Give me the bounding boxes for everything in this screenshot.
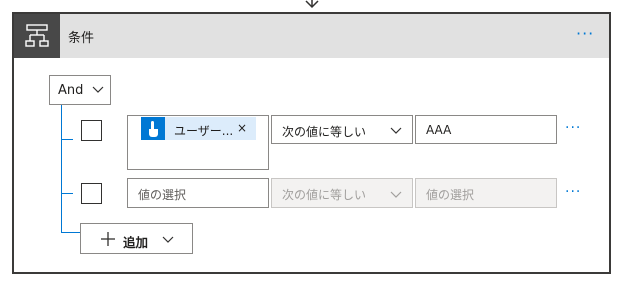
plus-icon xyxy=(101,232,115,246)
operator-select[interactable]: 次の値に等しい xyxy=(271,115,413,144)
group-operator-value: And xyxy=(58,83,84,98)
dynamic-content-token[interactable]: ユーザー... × xyxy=(141,117,256,140)
token-label: ユーザー... xyxy=(174,124,234,138)
right-value-placeholder: 値の選択 xyxy=(426,188,475,202)
flow-arrow-down-icon xyxy=(305,0,319,9)
operator-value: 次の値に等しい xyxy=(282,188,367,202)
left-value-field[interactable]: 値の選択 xyxy=(127,178,269,208)
row-select-checkbox[interactable] xyxy=(81,183,102,204)
chevron-down-icon xyxy=(390,127,402,134)
condition-title: 条件 xyxy=(68,31,95,46)
group-connector-line xyxy=(61,105,62,233)
right-value: AAA xyxy=(426,123,452,137)
token-remove-icon[interactable]: × xyxy=(237,121,247,135)
row-more-options-icon[interactable]: ··· xyxy=(565,120,581,136)
operator-select[interactable]: 次の値に等しい xyxy=(271,178,413,208)
chevron-down-icon xyxy=(92,86,104,93)
left-value-placeholder: 値の選択 xyxy=(138,188,187,202)
row-select-checkbox[interactable] xyxy=(81,120,102,141)
group-operator-select[interactable]: And xyxy=(49,75,111,105)
condition-header[interactable] xyxy=(14,14,609,58)
row-connector-line xyxy=(61,139,73,140)
right-value-field[interactable]: AAA xyxy=(415,115,557,144)
condition-icon xyxy=(14,14,60,58)
chevron-down-icon xyxy=(390,191,402,198)
chevron-down-icon xyxy=(162,236,174,243)
add-connector-line xyxy=(61,232,80,233)
row-connector-line xyxy=(61,193,73,194)
touch-icon xyxy=(141,117,165,140)
header-more-options-icon[interactable]: ··· xyxy=(576,24,594,43)
row-more-options-icon[interactable]: ··· xyxy=(565,184,581,200)
operator-value: 次の値に等しい xyxy=(282,125,367,139)
add-button[interactable]: 追加 xyxy=(80,223,193,254)
right-value-field[interactable]: 値の選択 xyxy=(415,178,557,208)
add-button-label: 追加 xyxy=(123,235,149,250)
